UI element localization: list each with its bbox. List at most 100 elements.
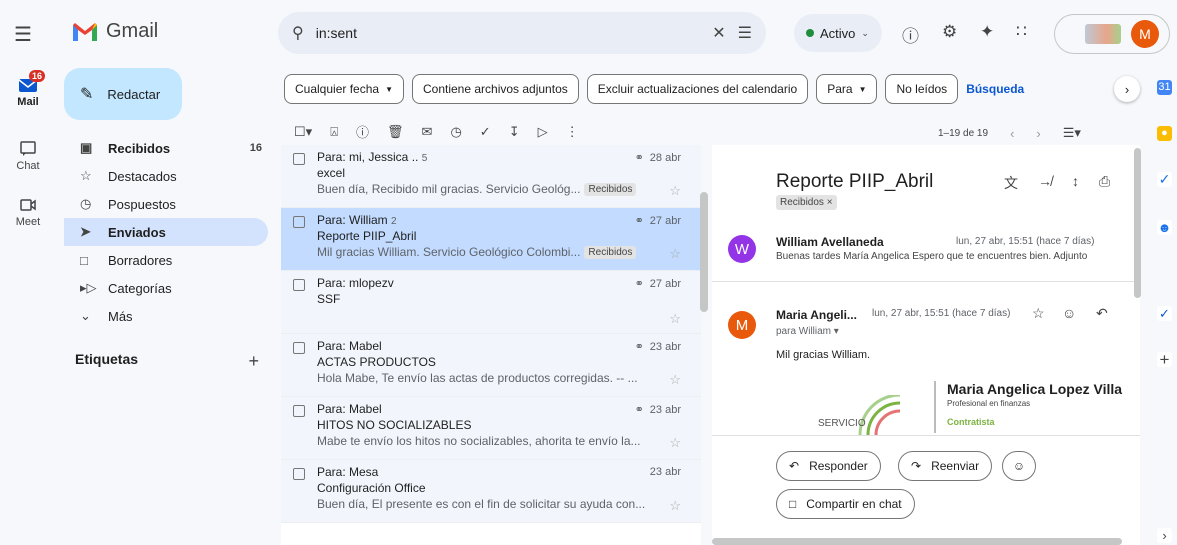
email-row[interactable]: Para: Mabel ⚭ 23 abr ACTAS PRODUCTOS Hola… — [281, 334, 701, 397]
emoji-reaction-icon[interactable]: ☺ — [1062, 305, 1076, 321]
star-icon[interactable]: ☆ — [669, 183, 681, 199]
select-all-checkbox[interactable]: ☐▾ — [294, 124, 312, 140]
row-checkbox[interactable] — [293, 405, 305, 417]
main-menu-icon[interactable]: ☰ — [14, 22, 32, 47]
sidebar-item-pospuestos[interactable]: ◷ Pospuestos — [64, 190, 268, 218]
label-badge[interactable]: Recibidos × — [776, 195, 837, 210]
row-checkbox[interactable] — [293, 468, 305, 480]
apps-grid-icon[interactable]: ∷ — [1016, 22, 1027, 42]
search-bar[interactable]: ⚲ in:sent ✕ ☰ — [278, 12, 766, 54]
delete-icon[interactable]: 🗑 — [387, 124, 404, 140]
star-icon[interactable]: ☆ — [669, 311, 681, 327]
star-icon[interactable]: ☆ — [1032, 305, 1045, 322]
addon-icon[interactable]: ✓ — [1157, 306, 1172, 321]
prev-page-icon[interactable]: ‹ — [1010, 126, 1014, 141]
sidebar-item-enviados[interactable]: ➤ Enviados — [64, 218, 268, 246]
translate-icon[interactable]: 文 — [1004, 173, 1018, 193]
contacts-icon[interactable]: ☻ — [1157, 220, 1172, 235]
email-row[interactable]: Para: Mesa 23 abr Configuración Office B… — [281, 460, 701, 523]
attachment-icon: ⚭ — [634, 404, 644, 416]
rail-chat[interactable]: Chat — [0, 140, 56, 172]
sidebar-item-label: Destacados — [108, 168, 177, 184]
search-input[interactable]: in:sent — [316, 25, 701, 41]
email-subject: SSF — [317, 292, 341, 306]
search-icon[interactable]: ⚲ — [292, 23, 304, 43]
sidebar-item-mas[interactable]: ⌄ Más — [64, 302, 268, 330]
chips-next-arrow-icon[interactable]: › — [1114, 76, 1140, 102]
get-addons-icon[interactable]: + — [1157, 351, 1172, 368]
email-row[interactable]: Para: mi, Jessica .. 5 ⚭ 28 abr excel Bue… — [281, 145, 701, 208]
list-toolbar: ☐▾ ⍓ ⓘ 🗑 ✉ ◷ ✓ ↧ ▷ ⋮ — [294, 122, 698, 141]
attachment-icon: ⚭ — [634, 215, 644, 227]
share-in-chat-button[interactable]: □ Compartir en chat — [776, 489, 915, 519]
sidebar-item-categorias[interactable]: ▸▷ Categorías — [64, 274, 268, 302]
email-recipients: Para: Mabel — [317, 339, 382, 353]
sidebar-item-recibidos[interactable]: ▣ Recibidos 16 — [64, 134, 268, 162]
expand-collapse-icon[interactable]: ↕ — [1072, 173, 1079, 193]
signature-logo-text: SERVICIO — [818, 418, 866, 429]
calendar-icon[interactable]: 31 — [1157, 80, 1172, 95]
unread-count: 16 — [249, 142, 262, 154]
status-selector[interactable]: Activo ⌄ — [794, 14, 882, 52]
email-row[interactable]: Para: William 2 ⚭ 27 abr Reporte PIIP_Abr… — [281, 208, 701, 271]
label-badge[interactable]: Recibidos — [584, 245, 637, 259]
forward-button[interactable]: ↷ Reenviar — [898, 451, 993, 481]
settings-gear-icon[interactable]: ⚙ — [942, 22, 957, 42]
label-badge[interactable]: Recibidos — [584, 182, 637, 196]
rail-mail[interactable]: 16 Mail — [0, 70, 56, 108]
move-to-icon[interactable]: ↧ — [509, 124, 520, 140]
report-spam-icon[interactable]: ⓘ — [356, 122, 369, 141]
email-row[interactable]: Para: Mabel ⚭ 23 abr HITOS NO SOCIALIZABL… — [281, 397, 701, 460]
print-icon[interactable]: ⎙ — [1099, 173, 1110, 193]
email-date: 23 abr — [649, 403, 681, 416]
sidebar-item-borradores[interactable]: □ Borradores — [64, 246, 268, 274]
search-options-icon[interactable]: ☰ — [738, 23, 752, 43]
emoji-reaction-button[interactable]: ☺ — [1002, 451, 1036, 481]
mark-unread-icon[interactable]: ✉ — [422, 124, 433, 140]
reply-icon[interactable]: ↶ — [1096, 305, 1108, 322]
help-icon[interactable]: ⓘ — [902, 22, 919, 47]
label-icon[interactable]: ▷ — [538, 124, 548, 140]
star-icon[interactable]: ☆ — [669, 372, 681, 388]
row-checkbox[interactable] — [293, 342, 305, 354]
chip-to[interactable]: Para ▼ — [816, 74, 878, 104]
message-recipients[interactable]: para William ▾ — [776, 326, 839, 337]
email-subject: HITOS NO SOCIALIZABLES — [317, 418, 472, 432]
add-label-icon[interactable]: + — [248, 351, 259, 372]
sidebar-item-destacados[interactable]: ☆ Destacados — [64, 162, 268, 190]
mail-badge: 16 — [28, 70, 45, 82]
row-checkbox[interactable] — [293, 216, 305, 228]
advanced-search-link[interactable]: Búsqueda — [966, 82, 1024, 96]
next-page-icon[interactable]: › — [1036, 126, 1040, 141]
star-icon[interactable]: ☆ — [669, 498, 681, 514]
show-side-panel-icon[interactable]: › — [1157, 528, 1172, 543]
star-icon[interactable]: ☆ — [669, 246, 681, 262]
density-icon[interactable]: ☰▾ — [1063, 125, 1081, 141]
compose-button[interactable]: ✎ Redactar — [64, 68, 182, 120]
chip-attachments[interactable]: Contiene archivos adjuntos — [411, 74, 579, 104]
more-options-icon[interactable]: ⋮ — [566, 124, 579, 140]
pane-horizontal-scrollbar[interactable] — [712, 538, 1122, 545]
chip-date[interactable]: Cualquier fecha ▼ — [284, 74, 404, 104]
row-checkbox[interactable] — [293, 279, 305, 291]
snooze-icon[interactable]: ◷ — [450, 124, 461, 140]
archive-icon[interactable]: ⍓ — [330, 124, 338, 140]
chip-exclude-calendar[interactable]: Excluir actualizaciones del calendario — [586, 74, 809, 104]
tasks-icon[interactable]: ✓ — [1157, 172, 1172, 187]
add-task-icon[interactable]: ✓ — [480, 124, 491, 140]
gmail-logo[interactable]: Gmail — [72, 20, 158, 43]
rail-meet[interactable]: Meet — [0, 196, 56, 228]
clear-search-icon[interactable]: ✕ — [712, 23, 725, 43]
chip-unread[interactable]: No leídos — [885, 74, 959, 104]
star-icon[interactable]: ☆ — [669, 435, 681, 451]
gemini-spark-icon[interactable]: ✦ — [980, 22, 994, 42]
email-row[interactable]: Para: mlopezv ⚭ 27 abr SSF ☆ — [281, 271, 701, 334]
keep-icon[interactable]: ● — [1157, 126, 1172, 141]
row-checkbox[interactable] — [293, 153, 305, 165]
reply-button[interactable]: ↶ Responder — [776, 451, 881, 481]
video-icon — [17, 196, 39, 214]
pane-scrollbar[interactable] — [1134, 148, 1141, 298]
open-in-new-icon[interactable]: ↛ — [1038, 173, 1052, 193]
list-scrollbar[interactable] — [700, 192, 708, 312]
message-divider — [712, 281, 1140, 282]
